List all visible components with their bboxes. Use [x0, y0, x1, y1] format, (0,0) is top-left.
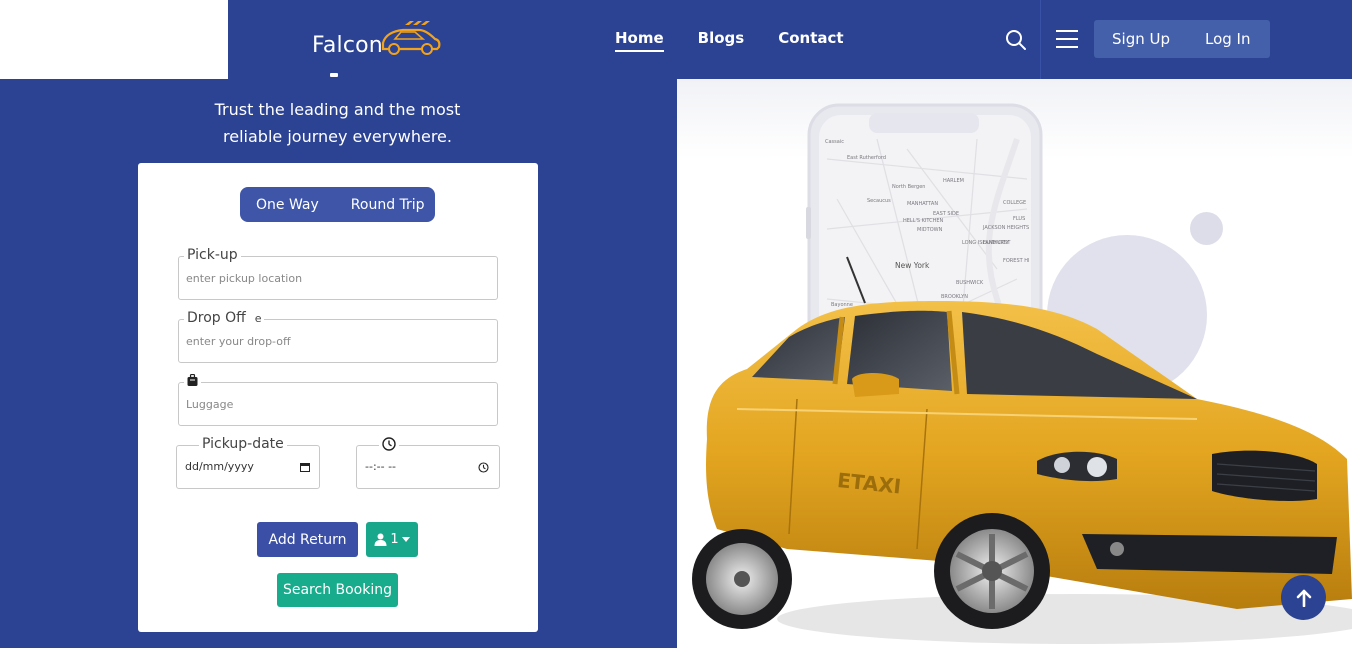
- user-icon: [374, 533, 387, 546]
- hero-tagline: Trust the leading and the most reliable …: [0, 96, 675, 150]
- nav-home[interactable]: Home: [615, 29, 664, 52]
- passenger-count: 1: [390, 532, 399, 547]
- top-left-blank: [0, 0, 228, 79]
- search-booking-button[interactable]: Search Booking: [277, 573, 398, 607]
- nav-contact[interactable]: Contact: [778, 29, 843, 52]
- pickup-time-field[interactable]: --:-- --: [356, 435, 500, 489]
- trip-type-toggle: One Way Round Trip: [240, 187, 435, 222]
- scroll-to-top-button[interactable]: [1281, 575, 1326, 620]
- pickup-date-field[interactable]: Pickup-date dd/mm/yyyy: [176, 435, 320, 489]
- pickup-date-label: Pickup-date: [199, 435, 287, 453]
- pickup-field: Pick-up: [178, 246, 498, 300]
- pickup-time-label: [379, 435, 399, 454]
- luggage-input[interactable]: [186, 383, 490, 425]
- login-button[interactable]: Log In: [1205, 30, 1251, 48]
- pickup-time-value: --:-- --: [365, 460, 397, 473]
- navbar: Falcon Home Blogs Contact Sign Up Log In: [228, 0, 1352, 79]
- add-return-button[interactable]: Add Return: [257, 522, 358, 557]
- one-way-option[interactable]: One Way: [256, 197, 319, 213]
- hero-illustration: Cassaic East Rutherford North Bergen Sec…: [677, 79, 1352, 648]
- brand-logo[interactable]: Falcon: [312, 20, 441, 60]
- search-icon[interactable]: [1004, 28, 1028, 52]
- dropoff-field: Drop Off e: [178, 309, 498, 363]
- brand-name: Falcon: [312, 32, 383, 58]
- booking-card: One Way Round Trip Pick-up Drop Off e Pi…: [138, 163, 538, 632]
- hamburger-menu-icon[interactable]: [1055, 29, 1079, 49]
- arrow-up-icon: [1296, 589, 1311, 607]
- pickup-input[interactable]: [186, 257, 490, 299]
- chevron-down-icon: [401, 537, 410, 542]
- luggage-field: [178, 372, 498, 426]
- passenger-dropdown[interactable]: 1: [366, 522, 418, 557]
- main-nav: Home Blogs Contact: [615, 29, 844, 52]
- clock-icon: [382, 437, 396, 451]
- taxi-car-illustration: ETAXI: [692, 256, 1352, 644]
- time-picker-icon[interactable]: [478, 462, 489, 473]
- car-logo-icon: [381, 21, 441, 55]
- tagline-line-2: reliable journey everywhere.: [223, 127, 452, 146]
- signup-button[interactable]: Sign Up: [1112, 30, 1170, 48]
- hero-heading-remnant: [330, 73, 338, 77]
- dropoff-input[interactable]: [186, 320, 490, 362]
- pickup-date-value: dd/mm/yyyy: [185, 460, 254, 473]
- auth-buttons: Sign Up Log In: [1094, 20, 1270, 58]
- calendar-icon[interactable]: [300, 462, 310, 472]
- nav-divider: [1040, 0, 1041, 79]
- nav-blogs[interactable]: Blogs: [698, 29, 745, 52]
- tagline-line-1: Trust the leading and the most: [214, 100, 461, 119]
- round-trip-option[interactable]: Round Trip: [351, 197, 425, 213]
